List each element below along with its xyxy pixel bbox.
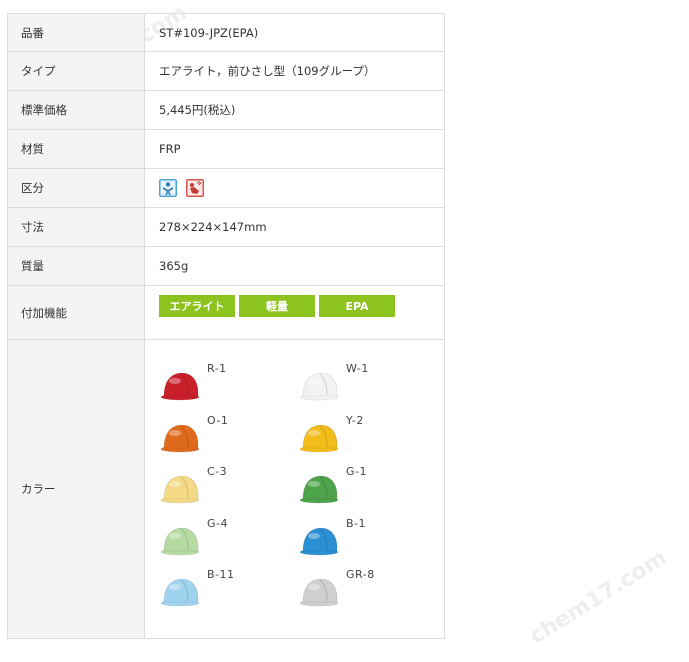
color-option-r-1: R-1 — [159, 362, 289, 406]
label-price: 標準価格 — [8, 91, 145, 129]
color-code-label: Y-2 — [346, 413, 364, 427]
row-price: 標準価格 5,445円(税込) — [8, 91, 444, 130]
spec-table: 品番 ST#109-JPZ(EPA) タイプ エアライト，前ひさし型（109グル… — [7, 13, 445, 639]
feature-tag-lightweight: 軽量 — [239, 295, 315, 317]
watermark-bottom-right: chem17.com — [525, 545, 672, 650]
row-colors: カラー R-1 W-1 O-1 Y-2 C-3 G-1 G-4 B-1 B-11 GR-8 — [8, 340, 444, 638]
color-code-label: C-3 — [207, 465, 228, 478]
color-code-label: R-1 — [207, 362, 227, 375]
color-code-label: G-4 — [207, 516, 228, 530]
helmet-icon — [299, 527, 339, 555]
row-category: 区分 — [8, 169, 444, 208]
helmet-icon — [299, 372, 339, 401]
feature-tag-epa: EPA — [319, 295, 395, 317]
color-option-o-1: O-1 — [159, 414, 289, 458]
color-code-label: GR-8 — [346, 568, 375, 581]
row-size: 寸法 278×224×147mm — [8, 208, 444, 247]
label-colors: カラー — [8, 340, 145, 638]
color-option-gr-8: GR-8 — [298, 568, 428, 612]
value-size: 278×224×147mm — [159, 220, 267, 234]
flying-object-protection-icon — [186, 179, 204, 197]
value-weight: 365g — [159, 259, 189, 273]
label-category: 区分 — [8, 169, 145, 207]
value-hinban: ST#109-JPZ(EPA) — [159, 25, 259, 40]
label-size: 寸法 — [8, 208, 145, 246]
fall-protection-icon — [159, 179, 177, 197]
color-code-label: W-1 — [346, 362, 369, 375]
color-option-g-4: G-4 — [159, 517, 289, 561]
label-hinban: 品番 — [8, 14, 145, 51]
color-grid: R-1 W-1 O-1 Y-2 C-3 G-1 G-4 B-1 B-11 GR-8 — [145, 340, 444, 637]
color-option-w-1: W-1 — [298, 362, 428, 406]
value-colors: R-1 W-1 O-1 Y-2 C-3 G-1 G-4 B-1 B-11 GR-8 — [145, 340, 444, 638]
row-hinban: 品番 ST#109-JPZ(EPA) — [8, 14, 444, 52]
value-category — [145, 169, 444, 207]
label-type: タイプ — [8, 52, 145, 90]
feature-tag-airlight: エアライト — [159, 295, 235, 317]
label-features: 付加機能 — [8, 286, 145, 339]
color-code-label: O-1 — [207, 413, 229, 427]
value-type: エアライト，前ひさし型（109グループ） — [159, 64, 376, 78]
row-type: タイプ エアライト，前ひさし型（109グループ） — [8, 52, 444, 91]
helmet-icon — [160, 475, 200, 504]
value-features: エアライト 軽量 EPA — [145, 286, 444, 339]
helmet-icon — [160, 527, 200, 555]
value-material: FRP — [159, 142, 181, 156]
row-material: 材質 FRP — [8, 130, 444, 169]
color-option-c-3: C-3 — [159, 465, 289, 509]
color-option-y-2: Y-2 — [298, 414, 428, 458]
label-weight: 質量 — [8, 247, 145, 285]
row-features: 付加機能 エアライト 軽量 EPA — [8, 286, 444, 340]
label-material: 材質 — [8, 130, 145, 168]
helmet-icon — [299, 475, 339, 504]
helmet-icon — [299, 578, 339, 607]
helmet-icon — [160, 424, 200, 452]
color-option-b-1: B-1 — [298, 517, 428, 561]
value-price: 5,445円(税込) — [159, 103, 236, 117]
row-weight: 質量 365g — [8, 247, 444, 286]
helmet-icon — [160, 372, 200, 401]
color-code-label: B-1 — [346, 516, 367, 530]
color-option-b-11: B-11 — [159, 568, 289, 612]
color-option-g-1: G-1 — [298, 465, 428, 509]
color-code-label: G-1 — [346, 465, 367, 478]
color-code-label: B-11 — [207, 568, 235, 581]
helmet-icon — [299, 424, 339, 452]
helmet-icon — [160, 578, 200, 607]
